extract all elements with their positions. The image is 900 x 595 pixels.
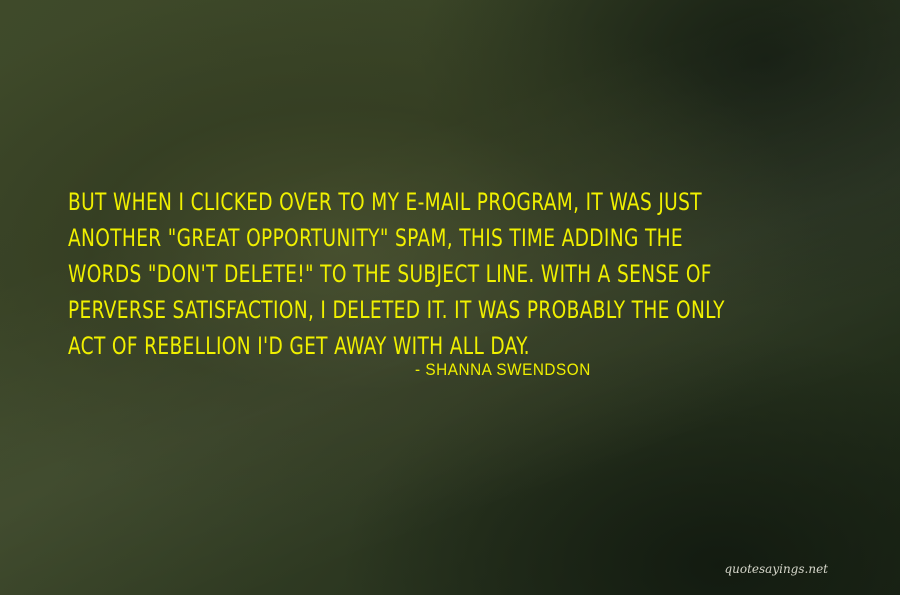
quote-line: PERVERSE SATISFACTION, I DELETED IT. IT … bbox=[68, 296, 725, 324]
quote-line: WORDS "DON'T DELETE!" TO THE SUBJECT LIN… bbox=[68, 260, 712, 288]
quote-line: ANOTHER "GREAT OPPORTUNITY" SPAM, THIS T… bbox=[68, 224, 684, 252]
quote-line: ACT OF REBELLION I'D GET AWAY WITH ALL D… bbox=[68, 332, 530, 360]
site-watermark: quotesayings.net bbox=[724, 562, 828, 576]
quote-author: - SHANNA SWENDSON bbox=[415, 360, 591, 379]
quote-line: BUT WHEN I CLICKED OVER TO MY E-MAIL PRO… bbox=[68, 188, 702, 216]
quote-text: BUT WHEN I CLICKED OVER TO MY E-MAIL PRO… bbox=[68, 184, 848, 364]
